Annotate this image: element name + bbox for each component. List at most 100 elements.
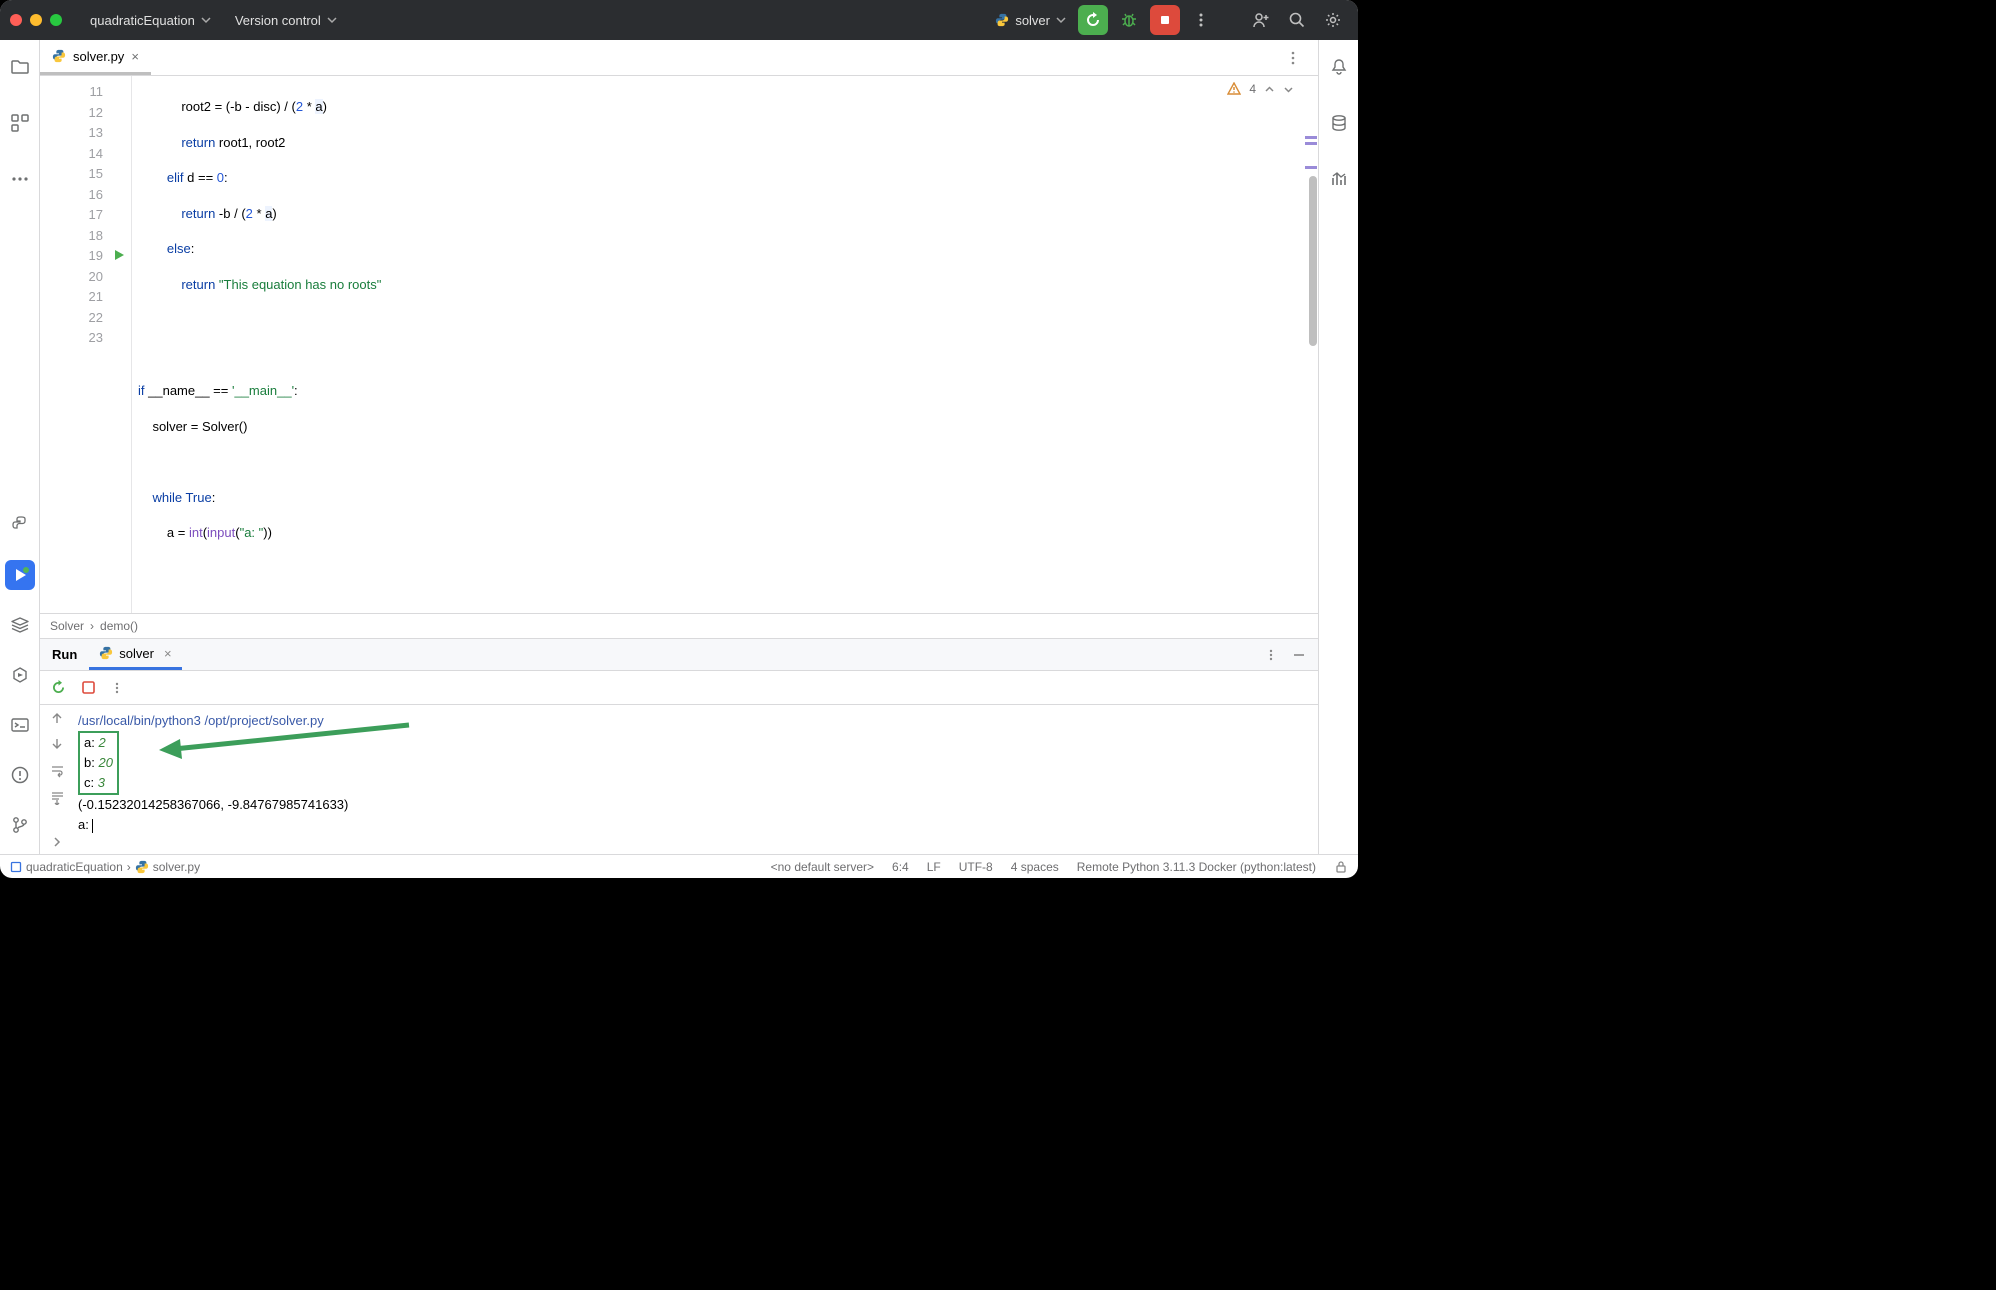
console-prompt: a: — [78, 817, 92, 832]
status-position[interactable]: 6:4 — [892, 860, 909, 874]
more-tool-button[interactable] — [5, 164, 35, 194]
notifications-button[interactable] — [1324, 52, 1354, 82]
problems-button[interactable] — [5, 760, 35, 790]
close-tab-icon[interactable]: × — [131, 49, 139, 64]
inspections-widget[interactable]: 4 — [1227, 82, 1294, 96]
console-options-button[interactable] — [110, 681, 124, 695]
terminal-icon — [10, 715, 30, 735]
status-line-ending[interactable]: LF — [927, 860, 941, 874]
services-icon — [10, 665, 30, 685]
bug-icon — [1120, 11, 1138, 29]
search-icon — [1288, 11, 1306, 29]
rerun-console-button[interactable] — [50, 679, 67, 696]
settings-button[interactable] — [1318, 5, 1348, 35]
console-side-toolbar — [40, 705, 74, 854]
stacks-icon — [10, 615, 30, 635]
gear-icon — [1324, 11, 1342, 29]
editor-gutter[interactable]: 111213141516 1718 19 20212223 — [40, 76, 132, 613]
python-packages-icon — [10, 515, 30, 535]
python-console-button[interactable] — [5, 610, 35, 640]
status-breadcrumb[interactable]: quadraticEquation › solver.py — [10, 860, 200, 874]
play-icon — [10, 565, 30, 585]
structure-icon — [10, 113, 30, 133]
sciview-button[interactable] — [1324, 164, 1354, 194]
vcs-dropdown[interactable]: Version control — [229, 9, 343, 32]
traffic-lights[interactable] — [10, 14, 62, 26]
next-output-button[interactable] — [50, 737, 64, 751]
database-button[interactable] — [1324, 108, 1354, 138]
run-config-dropdown[interactable]: solver — [989, 11, 1072, 30]
rerun-icon — [1084, 11, 1102, 29]
search-button[interactable] — [1282, 5, 1312, 35]
chevron-down-icon — [201, 15, 211, 25]
cursor — [92, 819, 93, 833]
status-indent[interactable]: 4 spaces — [1011, 860, 1059, 874]
structure-tool-button[interactable] — [5, 108, 35, 138]
prev-output-button[interactable] — [50, 711, 64, 725]
chart-icon — [1330, 170, 1348, 188]
python-icon — [995, 13, 1009, 27]
services-button[interactable] — [5, 660, 35, 690]
scroll-end-icon — [50, 790, 65, 805]
python-file-icon — [52, 49, 66, 63]
close-icon[interactable]: × — [164, 646, 172, 661]
editor-breadcrumb[interactable]: Solver › demo() — [40, 613, 1318, 639]
hide-button[interactable] — [1292, 648, 1306, 662]
run-panel-title: Run — [40, 647, 89, 662]
stop-icon — [81, 680, 96, 695]
vcs-tool-button[interactable] — [5, 810, 35, 840]
kebab-icon — [110, 681, 124, 695]
run-toolbar — [40, 671, 1318, 705]
code-editor[interactable]: 111213141516 1718 19 20212223 root2 = (-… — [40, 76, 1318, 613]
status-server[interactable]: <no default server> — [771, 860, 874, 874]
person-plus-icon — [1252, 11, 1270, 29]
editor-tab-solver[interactable]: solver.py × — [40, 40, 151, 75]
breadcrumb-class[interactable]: Solver — [50, 619, 84, 633]
right-toolbar — [1318, 40, 1358, 854]
run-tool-button[interactable] — [5, 560, 35, 590]
code-area[interactable]: root2 = (-b - disc) / (2 * a) return roo… — [132, 76, 1318, 613]
scroll-end-button[interactable] — [50, 790, 65, 805]
debug-button[interactable] — [1114, 5, 1144, 35]
rerun-button[interactable] — [1078, 5, 1108, 35]
run-options-button[interactable] — [1264, 648, 1278, 662]
breadcrumb-method[interactable]: demo() — [100, 619, 138, 633]
python-packages-button[interactable] — [5, 510, 35, 540]
chevron-down-icon[interactable] — [1283, 84, 1294, 95]
console-input-highlight: a: 2 b: 20 c: 3 — [78, 731, 119, 795]
expand-button[interactable] — [51, 836, 63, 848]
run-tool-window: Run solver × — [40, 639, 1318, 854]
console-result: (-0.15232014258367066, -9.84767985741633… — [78, 795, 1318, 815]
console-output[interactable]: /usr/local/bin/python3 /opt/project/solv… — [74, 705, 1318, 854]
chevron-down-icon — [327, 15, 337, 25]
project-dropdown[interactable]: quadraticEquation — [84, 9, 217, 32]
more-actions-button[interactable] — [1186, 5, 1216, 35]
status-bar: quadraticEquation › solver.py <no defaul… — [0, 854, 1358, 878]
stop-console-button[interactable] — [81, 680, 96, 695]
stop-button[interactable] — [1150, 5, 1180, 35]
editor-options-button[interactable] — [1278, 43, 1308, 73]
kebab-icon — [1264, 648, 1278, 662]
status-interpreter[interactable]: Remote Python 3.11.3 Docker (python:late… — [1077, 860, 1316, 874]
project-tool-button[interactable] — [5, 52, 35, 82]
status-encoding[interactable]: UTF-8 — [959, 860, 993, 874]
minimize-icon — [1292, 648, 1306, 662]
arrow-down-icon — [50, 737, 64, 751]
rerun-icon — [50, 679, 67, 696]
terminal-button[interactable] — [5, 710, 35, 740]
code-with-me-button[interactable] — [1246, 5, 1276, 35]
lock-icon — [1334, 860, 1348, 874]
soft-wrap-button[interactable] — [50, 763, 65, 778]
status-lock-icon[interactable] — [1334, 860, 1348, 874]
warning-count: 4 — [1249, 82, 1256, 96]
console-command: /usr/local/bin/python3 /opt/project/solv… — [78, 711, 1318, 731]
arrow-up-icon — [50, 711, 64, 725]
module-icon — [10, 861, 22, 873]
python-icon — [99, 646, 113, 660]
chevron-up-icon[interactable] — [1264, 84, 1275, 95]
run-gutter-icon[interactable] — [113, 249, 125, 261]
python-file-icon — [135, 860, 149, 874]
stop-icon — [1156, 11, 1174, 29]
run-panel-tab[interactable]: solver × — [89, 639, 181, 670]
editor-scrollbar[interactable] — [1306, 76, 1318, 613]
